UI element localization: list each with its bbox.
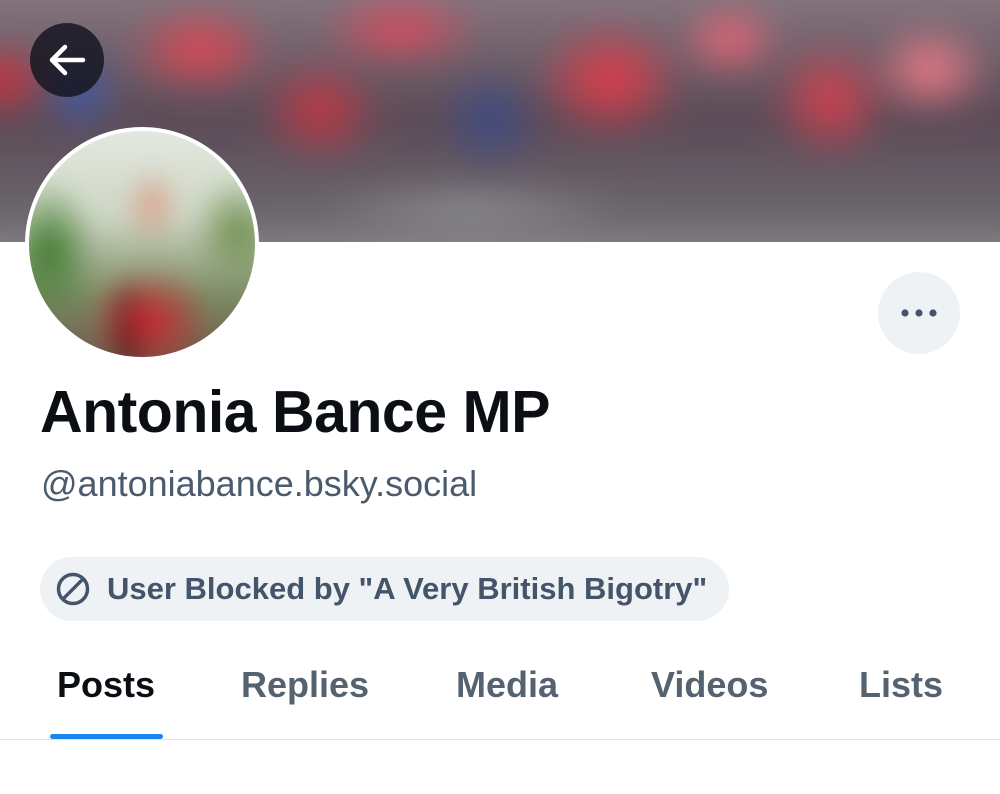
avatar[interactable] xyxy=(25,127,259,361)
blocked-notice-label: User Blocked by "A Very British Bigotry" xyxy=(107,571,708,606)
tab-media[interactable]: Media xyxy=(456,664,558,706)
profile-handle: @antoniabance.bsky.social xyxy=(41,463,478,504)
ellipsis-icon xyxy=(901,309,937,317)
arrow-left-icon xyxy=(49,44,86,76)
display-name: Antonia Bance MP xyxy=(40,379,550,445)
tab-videos[interactable]: Videos xyxy=(651,664,768,706)
more-options-button[interactable] xyxy=(878,272,960,354)
blocked-icon xyxy=(55,571,91,607)
tab-posts[interactable]: Posts xyxy=(57,664,155,706)
tab-lists[interactable]: Lists xyxy=(859,664,943,706)
profile-tabs: Posts Replies Media Videos Lists xyxy=(0,640,1000,740)
profile-page: Antonia Bance MP @antoniabance.bsky.soci… xyxy=(0,0,1000,794)
avatar-image xyxy=(29,131,255,357)
blocked-by-list-badge[interactable]: User Blocked by "A Very British Bigotry" xyxy=(40,557,730,621)
tabs-divider xyxy=(0,739,1000,740)
back-button[interactable] xyxy=(30,23,104,97)
tab-replies[interactable]: Replies xyxy=(241,664,369,706)
